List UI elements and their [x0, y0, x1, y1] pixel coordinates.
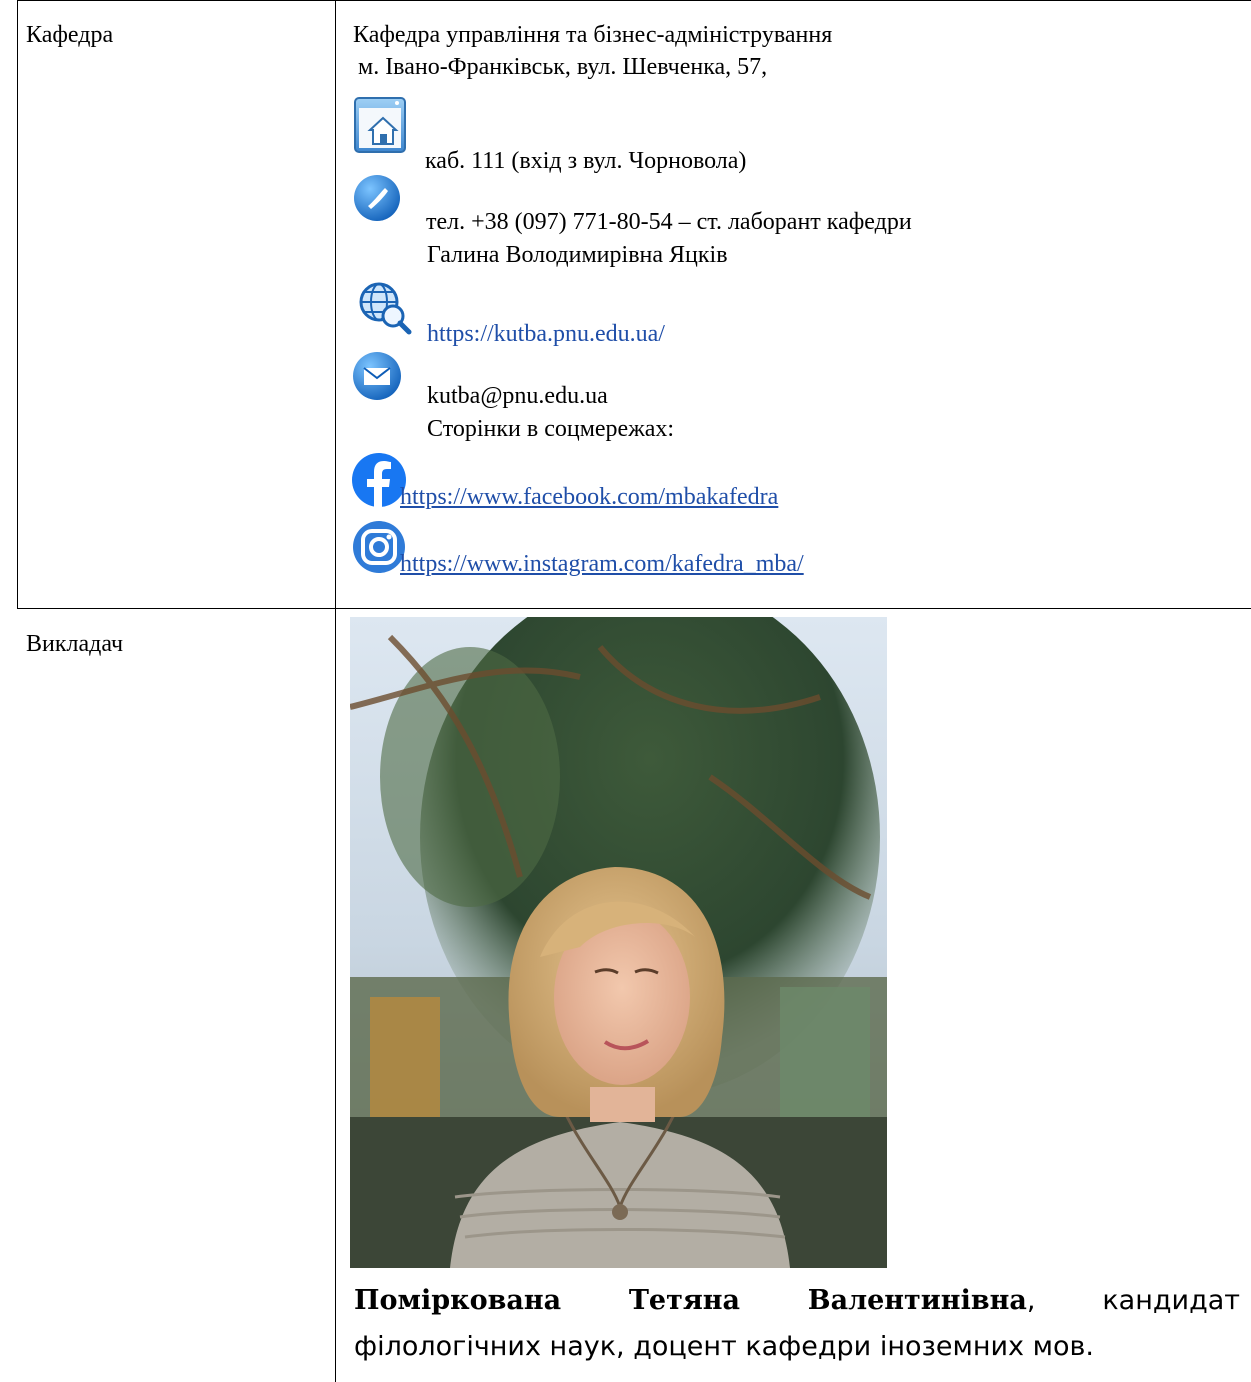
teacher-name: Поміркована Тетяна Валентинівна: [354, 1285, 1027, 1316]
department-website-link[interactable]: https://kutba.pnu.edu.ua/: [427, 319, 665, 349]
department-name: Кафедра управління та бізнес-адмініструв…: [353, 22, 833, 48]
department-room: каб. 111 (вхід з вул. Чорновола): [425, 148, 747, 174]
globe-search-icon: [355, 278, 413, 336]
facebook-link[interactable]: https://www.facebook.com/mbakafedra: [400, 482, 778, 512]
social-label: Сторінки в соцмережах:: [427, 416, 675, 442]
teacher-photo: [350, 617, 887, 1268]
department-address: м. Івано-Франківськ, вул. Шевченка, 57,: [358, 54, 768, 80]
instagram-icon[interactable]: [351, 519, 407, 575]
column-divider: [335, 0, 336, 1382]
department-phone-person: Галина Володимирівна Яцків: [427, 242, 728, 268]
phone-icon: [352, 173, 402, 223]
department-email[interactable]: kutba@pnu.edu.ua: [427, 381, 608, 411]
department-phone: тел. +38 (097) 771-80-54 – ст. лаборант …: [426, 209, 912, 235]
row-label-teacher: Викладач: [26, 631, 124, 657]
table-top-border: [17, 0, 1251, 1]
instagram-link[interactable]: https://www.instagram.com/kafedra_mba/: [400, 549, 804, 579]
envelope-icon: [351, 350, 403, 402]
row-label-department: Кафедра: [26, 22, 114, 48]
row-divider: [17, 608, 1251, 609]
home-window-icon: [353, 94, 411, 157]
table-left-border: [17, 0, 18, 609]
teacher-caption: Поміркована Тетяна Валентинівна, кандида…: [354, 1278, 1240, 1370]
